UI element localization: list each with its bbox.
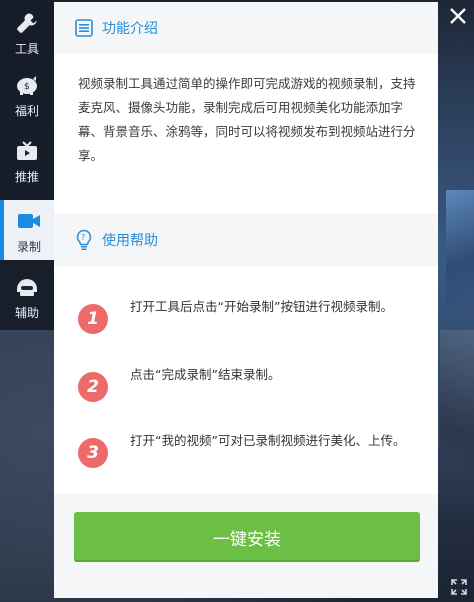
sidebar-item-tools[interactable]: 工具 [0,2,54,62]
close-button[interactable] [446,6,470,30]
intro-section-header: 功能介绍 [54,2,438,54]
background-art-stroke [446,190,474,310]
step-text: 点击“完成录制”结束录制。 [130,367,281,382]
background-art-stroke [440,330,474,470]
tv-icon [14,138,40,164]
install-bar: 一键安装 [54,494,438,598]
step-number-badge: 3 [78,438,108,468]
sidebar-item-label: 福利 [14,104,39,118]
step-number-badge: 2 [78,372,108,402]
help-section-header: ? 使用帮助 [54,214,438,266]
sidebar-item-label: 工具 [14,42,39,56]
svg-text:?: ? [81,233,85,242]
svg-text:$: $ [24,82,30,92]
sidebar-item-record[interactable]: 录制 [0,200,54,260]
sidebar: 工具 $ 福利 推推 录制 辅助 [0,0,54,330]
help-step: 1 打开工具后点击“开始录制”按钮进行视频录制。 [78,298,422,338]
lightbulb-icon: ? [74,229,94,250]
sidebar-item-assist[interactable]: 辅助 [0,266,54,326]
video-camera-icon [16,208,42,234]
close-icon [448,6,468,30]
helmet-icon [14,274,40,300]
step-number-badge: 1 [78,304,108,334]
sidebar-item-recommend[interactable]: 推推 [0,130,54,190]
step-text: 打开“我的视频”可对已录制视频进行美化、上传。 [130,433,406,448]
intro-title: 功能介绍 [102,21,158,37]
sidebar-item-label: 辅助 [14,306,39,320]
expand-button[interactable] [448,578,470,600]
intro-description: 视频录制工具通过简单的操作即可完成游戏的视频录制，支持麦克风、摄像头功能，录制完… [78,76,416,163]
help-title: 使用帮助 [102,233,158,249]
sidebar-item-label: 推推 [14,170,39,184]
sidebar-item-welfare[interactable]: $ 福利 [0,64,54,124]
sidebar-item-label: 录制 [16,240,41,254]
expand-icon [450,578,468,600]
step-text: 打开工具后点击“开始录制”按钮进行视频录制。 [130,299,393,314]
wrench-icon [14,10,40,36]
install-button[interactable]: 一键安装 [74,512,420,562]
recording-tool-panel: 功能介绍 视频录制工具通过简单的操作即可完成游戏的视频录制，支持麦克风、摄像头功… [54,2,438,598]
document-list-icon [74,18,94,38]
help-step: 3 打开“我的视频”可对已录制视频进行美化、上传。 [78,432,422,472]
help-step: 2 点击“完成录制”结束录制。 [78,366,422,406]
piggy-bank-icon: $ [14,72,40,98]
